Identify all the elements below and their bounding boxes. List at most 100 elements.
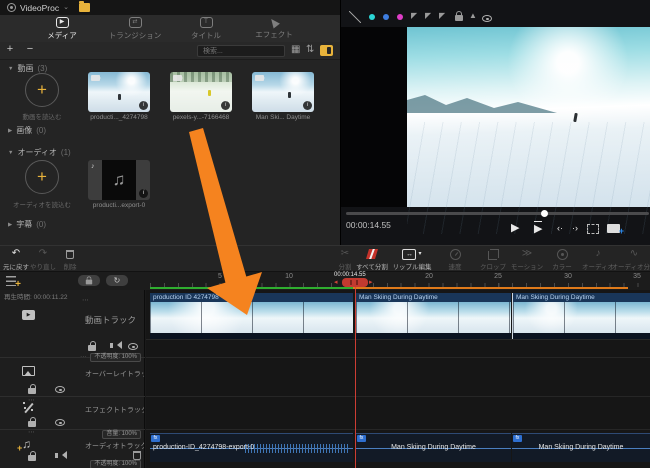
audio-clip-3[interactable]: fx Man Skiing During Daytime [512,433,650,462]
effect-track-label: エフェクトトラック [85,407,144,414]
cursor-tool-2-icon[interactable]: ◤ [425,11,431,20]
project-folder-icon[interactable] [78,1,90,12]
undo-icon: ↶ [11,248,21,259]
tab-transition-label: トランジション [108,31,162,40]
trash-icon[interactable] [133,451,141,460]
speaker-icon[interactable] [110,341,122,349]
marker-dot-magenta[interactable] [397,14,403,20]
track-menu-dots[interactable]: ⋯ [28,428,36,436]
triangle-icon[interactable]: ▲ [469,11,477,20]
track-header-column: 再生時間: 00:00:11.22 ⋯ ▶ 動画トラック ⋯ 不透明度: 100… [0,290,145,468]
lock-icon[interactable] [28,417,36,427]
track-divider [146,429,650,430]
playhead-line[interactable] [355,287,356,468]
info-badge-icon: i [139,189,148,198]
timeline-loop-button[interactable]: ↻ [106,275,128,286]
marker-dot-cyan[interactable] [369,14,375,20]
audio-type-icon: ♪ [91,163,95,170]
video-clip-1[interactable]: production ID 4274798 [150,293,353,339]
delete-label: 削除 [63,264,77,271]
playhead-right-chevron-icon: ▸ [369,279,373,286]
collapse-arrow-icon: ▼ [8,65,14,72]
delete-button[interactable]: 削除 [47,248,93,271]
eye-icon[interactable] [482,15,492,22]
next-frame-button[interactable]: ·› [572,221,578,235]
snow-tracks [407,122,650,234]
video-clip-3[interactable]: Man Skiing During Daytime [512,293,650,339]
sort-icon[interactable]: ⇅ [306,44,314,55]
lock-icon[interactable] [455,11,463,21]
audio-split-button[interactable]: ∿ オーディオ分割 [611,248,650,271]
lock-icon[interactable] [28,451,36,461]
prev-frame-button[interactable]: ‹· [557,221,563,235]
skier-figure [288,92,291,98]
add-media-button[interactable]: + [3,43,17,55]
skier-figure [573,112,578,123]
video-thumbnail-3[interactable]: i [252,72,314,112]
ruler-mark: 25 [494,273,502,280]
tab-transition[interactable]: ⇄ トランジション [100,17,170,42]
timeline-ruler-bar[interactable]: ↻ 5 10 20 25 30 35 00:00:14.55 ◂ ▸ [0,272,650,290]
speaker-icon[interactable] [55,451,67,459]
track-divider [0,396,145,397]
section-subtitle-header[interactable]: ▶ 字幕 (0) [8,219,46,230]
track-divider [146,339,650,340]
play-button[interactable]: ▶ [511,221,519,235]
seek-handle[interactable] [541,210,548,217]
transition-icon: ⇄ [128,17,142,28]
track-menu-dots[interactable]: ⋯ [82,296,90,304]
fx-badge: fx [151,435,160,442]
search-input[interactable] [197,45,285,57]
track-divider [146,357,650,358]
load-video-button[interactable]: + [25,73,59,107]
person-figure [208,90,211,96]
video-thumbnail-1[interactable]: i [88,72,150,112]
timeline-track-area[interactable]: production ID 4274798 Man Skiing During … [146,290,650,468]
ripple-edit-button[interactable]: ↔ ▾ リップル編集 [389,248,435,271]
playhead-grip[interactable] [342,278,368,287]
lock-icon[interactable] [28,384,36,394]
eye-icon[interactable] [128,343,138,350]
ruler-mark: 35 [633,273,641,280]
remove-media-button[interactable]: − [23,43,37,55]
cursor-tool-3-icon[interactable]: ◤ [439,11,445,20]
section-audio-header[interactable]: ▼ オーディオ (1) [8,147,71,158]
audio-thumbnail-1[interactable]: ♫ ♪ i [88,160,150,200]
effect-wand-icon [268,16,280,29]
lock-icon[interactable] [88,341,96,351]
video-camera-icon [255,75,265,81]
video-clip-2[interactable]: Man Skiing During Daytime [356,293,511,339]
panel-toggle-icon[interactable] [320,45,333,56]
seek-bar[interactable] [346,210,649,217]
tab-effect[interactable]: エフェクト [245,16,303,42]
section-image-header[interactable]: ▶ 画像 (0) [8,125,46,136]
audio-clip-1[interactable]: fx production-ID_4274798-export-0 [150,433,353,462]
audio-clip-1-label: production-ID_4274798-export-0 [153,444,255,451]
redo-icon: ↷ [38,248,48,259]
marker-dot-blue[interactable] [383,14,389,20]
volume-badge: 音量: 100% [102,430,141,439]
eye-icon[interactable] [55,386,65,393]
app-menu-chevron-icon[interactable]: ⌄ [63,3,69,11]
overlay-track-label: オーバーレイトラック [85,371,144,378]
color-palette-icon [556,248,568,260]
audio-clip-2[interactable]: fx Man Skiing During Daytime [356,433,511,462]
load-audio-button[interactable]: + [25,160,59,194]
opacity-badge: 不透明度: 100% [90,353,141,362]
fx-badge: fx [513,435,522,442]
ruler-icon[interactable] [349,11,361,23]
tab-title[interactable]: T タイトル [180,17,232,42]
tab-media-label: メディア [47,31,77,40]
snapshot-button[interactable] [587,224,599,234]
eye-icon[interactable] [55,419,65,426]
play-from-start-button[interactable]: ▶ [534,221,543,236]
add-track-button[interactable] [6,276,21,290]
export-button[interactable] [607,224,624,238]
section-image-count: (0) [36,126,47,135]
grid-view-icon[interactable]: ▦ [291,44,300,55]
video-preview [407,27,650,234]
timeline-lock-button[interactable] [78,275,100,286]
cursor-tool-1-icon[interactable]: ◤ [411,11,417,20]
video-thumbnail-2[interactable]: i [170,72,232,112]
tab-media[interactable]: ▶ メディア [34,17,90,42]
